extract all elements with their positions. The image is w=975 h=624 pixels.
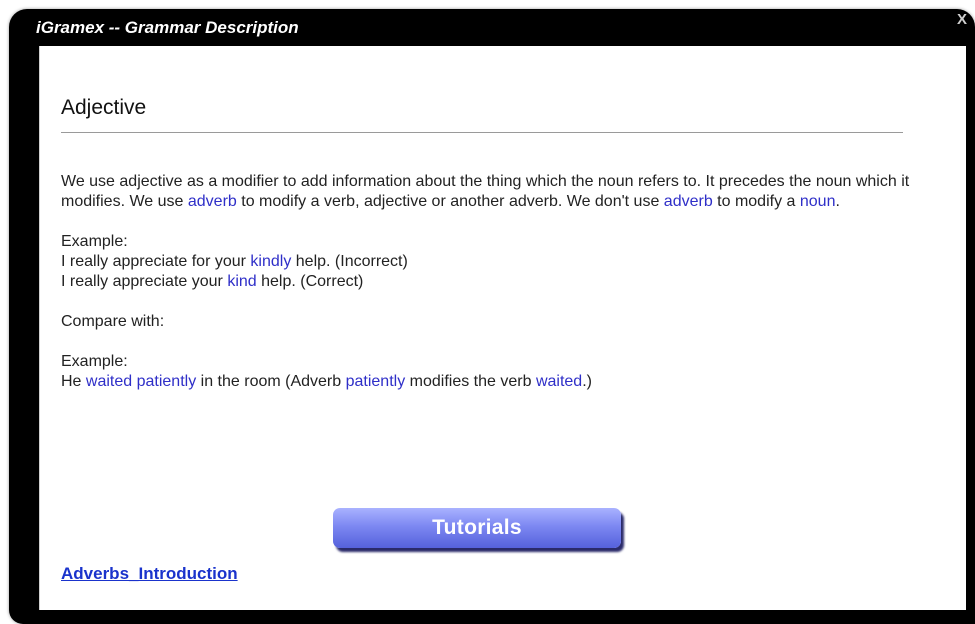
description-body: We use adjective as a modifier to add in… [61,172,911,392]
example-label: Example: [61,353,128,370]
close-button[interactable]: X [957,11,967,28]
tutorials-button[interactable]: Tutorials [333,508,621,548]
text: in the room (Adverb [196,373,346,390]
keyword-waited: waited [535,373,583,390]
keyword-noun: noun [799,193,836,210]
example-label: Example: [61,233,128,250]
text: help. (Incorrect) [291,253,408,270]
title-bar[interactable]: iGramex -- Grammar Description X [9,9,975,49]
example-line-incorrect: I really appreciate for your kindly help… [61,252,911,272]
page-title: Adjective [61,96,147,119]
text: .) [582,373,592,390]
keyword-adverb: adverb [187,193,237,210]
keyword-adverb: adverb [663,193,713,210]
text: to modify a verb, adjective or another a… [236,193,664,210]
text: help. (Correct) [256,273,364,290]
text: He [61,373,86,390]
keyword-kindly: kindly [250,253,292,270]
adverbs-introduction-link[interactable]: Adverbs_Introduction [61,564,238,584]
keyword-patiently: patiently [345,373,406,390]
compare-label: Compare with: [61,313,165,330]
window-title: iGramex -- Grammar Description [36,18,299,37]
divider [61,132,903,133]
text: to modify a [712,193,800,210]
keyword-kind: kind [227,273,257,290]
text: I really appreciate your [61,273,228,290]
text: modifies the verb [405,373,536,390]
keyword-waited-patiently: waited patiently [85,373,197,390]
text: . [835,193,840,210]
content-panel: Adjective We use adjective as a modifier… [39,46,966,610]
example-line-adverb: He waited patiently in the room (Adverb … [61,372,911,392]
dialog-window: iGramex -- Grammar Description X Adjecti… [9,9,975,624]
paragraph-intro: We use adjective as a modifier to add in… [61,172,911,212]
text: I really appreciate for your [61,253,251,270]
example-line-correct: I really appreciate your kind help. (Cor… [61,272,911,292]
